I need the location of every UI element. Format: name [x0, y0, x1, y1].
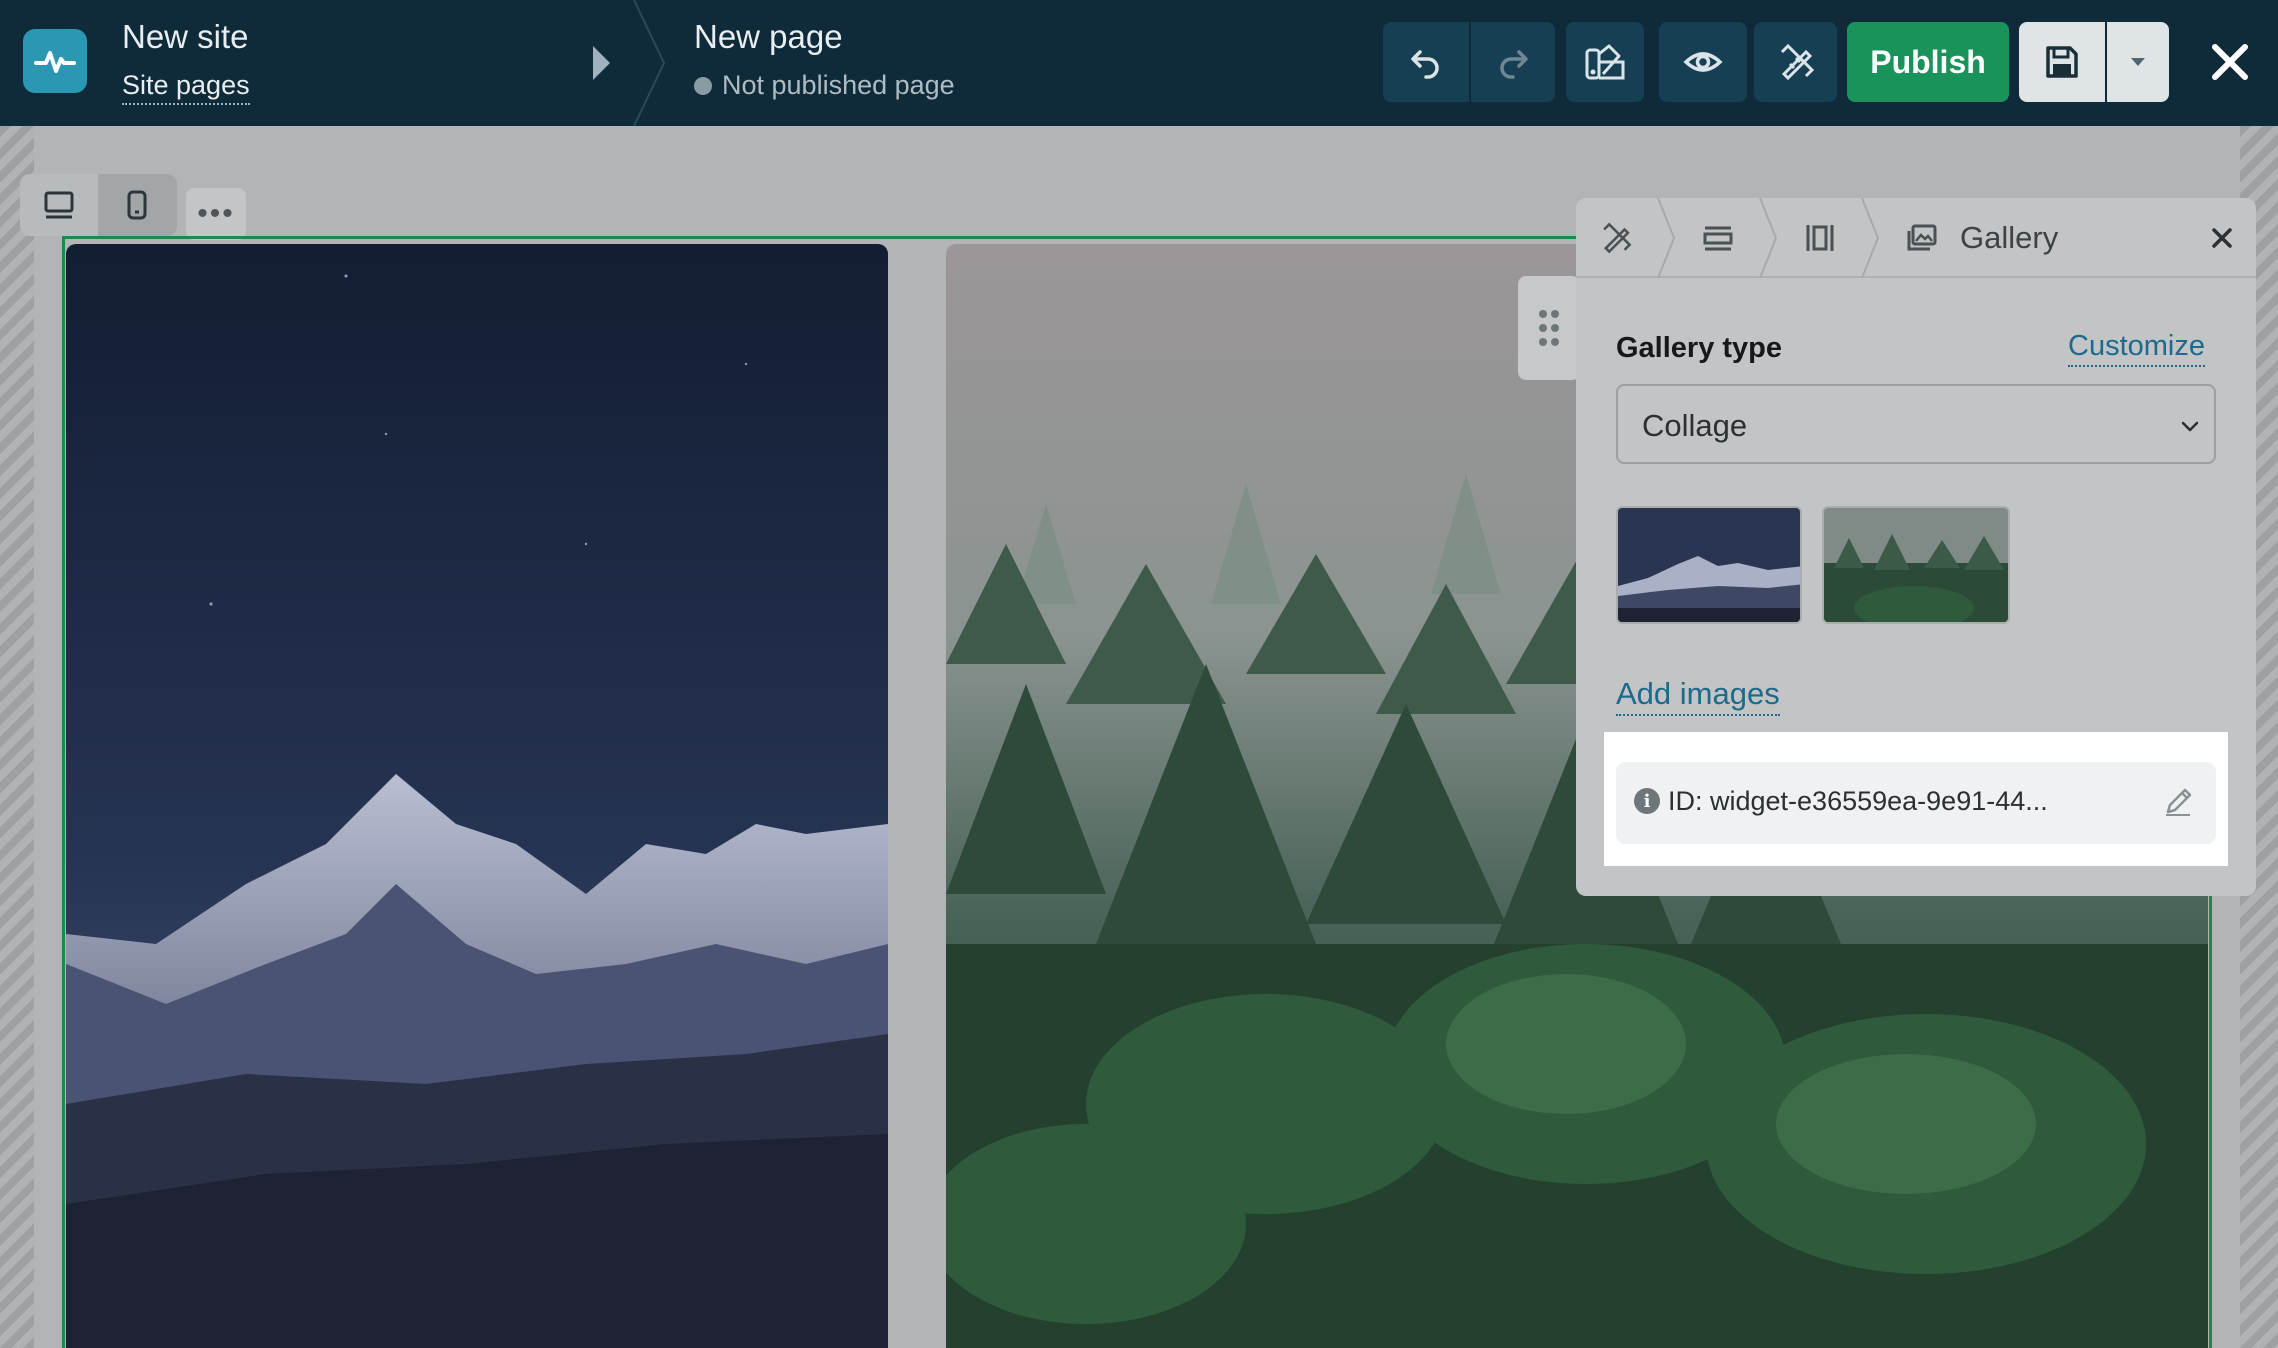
mountain-image: [66, 244, 888, 1348]
widget-id-field: i ID: widget-e36559ea-9e91-44...: [1616, 762, 2216, 844]
breadcrumb-separator: [1657, 198, 1676, 278]
redo-button[interactable]: [1471, 22, 1555, 102]
breadcrumb-separator: [1759, 198, 1778, 278]
gallery-thumbnail-forest[interactable]: [1822, 506, 2010, 624]
undo-button[interactable]: [1383, 22, 1469, 102]
eye-icon: [1683, 52, 1723, 72]
tools-button[interactable]: [1754, 22, 1837, 102]
top-bar: New site Site pages New page Not publish…: [0, 0, 2278, 126]
breadcrumb-separator: [633, 0, 666, 126]
columns-icon[interactable]: [1800, 218, 1840, 258]
gallery-image-mountains[interactable]: [66, 244, 888, 1348]
customize-link[interactable]: Customize: [2068, 330, 2205, 367]
preview-button[interactable]: [1659, 22, 1747, 102]
gallery-type-value: Collage: [1642, 408, 1748, 443]
page-status: Not published page: [694, 70, 955, 101]
status-dot-icon: [694, 76, 712, 95]
save-options-button[interactable]: [2107, 22, 2169, 102]
widget-id-highlight: i ID: widget-e36559ea-9e91-44...: [1604, 732, 2228, 866]
panel-title: Gallery: [1960, 220, 2059, 255]
info-icon: i: [1634, 788, 1660, 814]
theme-button[interactable]: [1566, 22, 1644, 102]
logo-pulse-icon[interactable]: [23, 29, 87, 93]
undo-icon: [1411, 50, 1439, 79]
redo-icon: [1500, 50, 1528, 79]
gallery-type-select[interactable]: Collage: [1616, 384, 2216, 464]
site-pages-link[interactable]: Site pages: [122, 70, 250, 105]
page-name: New page: [694, 18, 843, 55]
breadcrumb-separator: [1861, 198, 1880, 278]
mobile-icon: [127, 190, 147, 220]
page-info: New page Not published page: [694, 18, 955, 101]
pencil-icon[interactable]: [2160, 784, 2196, 820]
desktop-view-button[interactable]: [20, 174, 98, 236]
more-icon[interactable]: •••: [186, 188, 246, 240]
mobile-view-button[interactable]: [98, 174, 176, 236]
close-editor-button[interactable]: [2200, 32, 2260, 92]
save-icon: [2046, 46, 2078, 78]
desktop-icon: [44, 191, 74, 219]
theme-icon: [1585, 44, 1625, 80]
page-status-text: Not published page: [722, 70, 955, 100]
section-icon[interactable]: [1698, 218, 1738, 258]
panel-breadcrumb: Gallery: [1576, 198, 2256, 278]
gallery-settings-panel: Gallery Gallery type Customize Collage A…: [1576, 198, 2256, 896]
drag-handle-icon[interactable]: [1518, 276, 1580, 380]
chevron-down-icon: [2131, 58, 2145, 66]
gallery-icon: [1902, 218, 1942, 258]
site-menu-arrow-icon[interactable]: [593, 46, 610, 80]
close-icon: [2212, 228, 2232, 248]
tools-icon: [1780, 43, 1814, 81]
gallery-thumbnail-mountains[interactable]: [1616, 506, 1802, 624]
gallery-type-label: Gallery type: [1616, 332, 1783, 364]
publish-button[interactable]: Publish: [1847, 22, 2009, 102]
site-name: New site: [122, 18, 249, 55]
widget-id-text: ID: widget-e36559ea-9e91-44...: [1668, 786, 2048, 816]
close-panel-button[interactable]: [2204, 220, 2240, 256]
close-icon: [2212, 44, 2248, 80]
tools-icon[interactable]: [1596, 218, 1636, 258]
save-button[interactable]: [2019, 22, 2105, 102]
device-toggle: [20, 174, 177, 236]
add-images-link[interactable]: Add images: [1616, 676, 1780, 716]
site-info: New site Site pages: [122, 18, 250, 105]
chevron-down-icon: [2181, 421, 2199, 432]
